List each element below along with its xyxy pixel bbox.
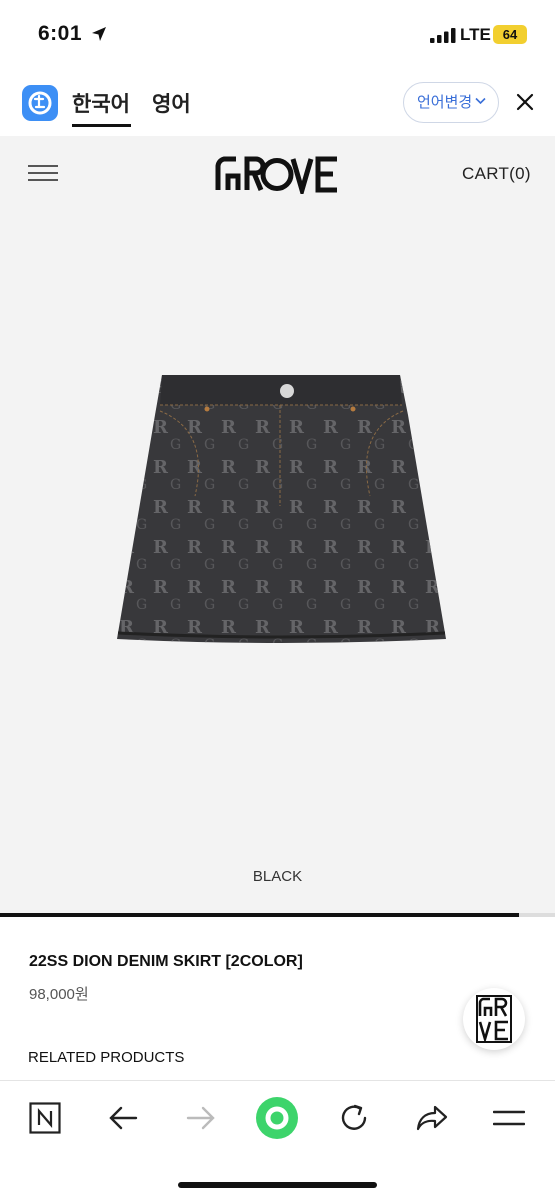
color-label: BLACK [252,868,303,885]
translate-logo-icon [28,91,52,115]
naver-n-button[interactable] [22,1095,68,1141]
menu-icon [493,1110,525,1126]
back-arrow-icon [109,1106,138,1130]
battery-indicator: 64 [493,25,527,44]
tab-english[interactable]: 영어 [152,88,191,118]
product-name: 22SS DION DENIM SKIRT [2COLOR] [29,953,303,970]
naver-n-icon [29,1102,61,1134]
active-tab-indicator [72,124,131,127]
home-indicator [178,1182,377,1188]
back-button[interactable] [100,1095,146,1141]
browser-toolbar [0,1080,555,1200]
cart-link[interactable]: CART(0) [462,164,531,184]
chevron-down-icon [475,97,486,105]
product-price: 98,000원 [29,986,89,1003]
signal-bars-icon [430,28,456,43]
translator-app-icon[interactable] [22,85,58,121]
forward-arrow-icon [186,1106,215,1130]
gallery-progress-bar [0,913,555,917]
change-language-label: 언어변경 [417,94,473,111]
related-products-heading: RELATED PRODUCTS [28,1049,185,1066]
share-button[interactable] [409,1095,455,1141]
floating-grove-badge[interactable] [463,988,525,1050]
translator-bar: 한국어 영어 언어변경 [0,68,555,136]
close-icon[interactable] [516,93,534,111]
grove-logo[interactable] [214,154,342,194]
product-gallery[interactable]: CART(0) R G BLACK [0,136,555,916]
menu-button[interactable] [486,1095,532,1141]
tab-korean[interactable]: 한국어 [72,88,130,118]
change-language-button[interactable]: 언어변경 [403,82,499,123]
network-type: LTE [460,25,491,44]
hamburger-menu-icon[interactable] [28,164,58,182]
location-arrow-icon [92,27,106,41]
forward-button[interactable] [178,1095,224,1141]
denim-skirt-image[interactable]: R G [115,371,447,647]
status-time: 6:01 [38,22,83,45]
reload-button[interactable] [331,1095,377,1141]
green-dot-button[interactable] [254,1095,300,1141]
gallery-progress-fill [0,913,519,917]
green-dot-icon [256,1097,298,1139]
reload-icon [341,1104,367,1130]
status-bar: 6:01 LTE 64 [0,0,555,68]
grove-monogram-icon [476,995,512,1043]
share-icon [416,1105,448,1131]
